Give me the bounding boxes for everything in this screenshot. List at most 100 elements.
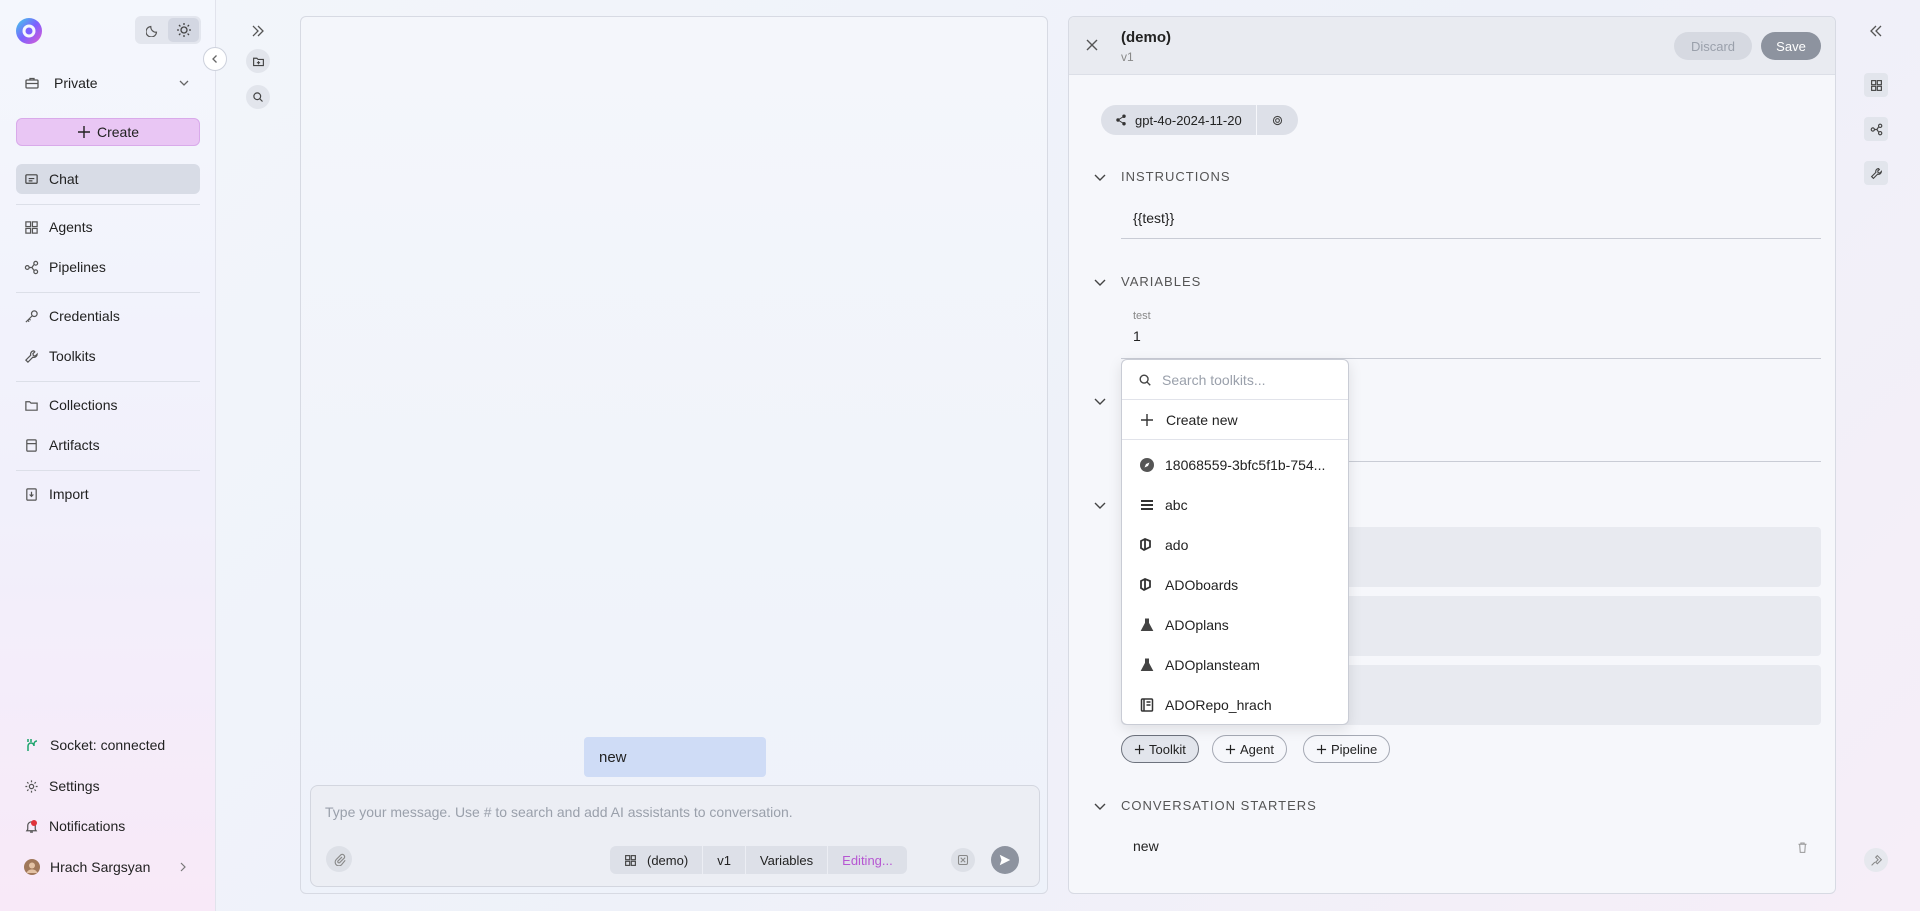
add-toolkit-button[interactable]: Toolkit <box>1121 735 1199 763</box>
avatar <box>24 859 40 875</box>
new-folder-icon[interactable] <box>246 49 270 73</box>
collapse-right-panel-icon[interactable] <box>1864 19 1888 43</box>
clear-chat-button[interactable] <box>951 848 975 872</box>
sidebar-item-import[interactable]: Import <box>16 479 200 509</box>
toolkit-option[interactable]: ADORepo_hrach <box>1122 685 1348 724</box>
user-profile[interactable]: Hrach Sargsyan <box>16 852 200 882</box>
agents-panel-icon[interactable] <box>1864 73 1888 97</box>
variables-section-toggle[interactable]: VARIABLES <box>1093 274 1201 289</box>
socket-status-label: Socket: connected <box>50 737 166 753</box>
pipeline-icon <box>24 260 39 274</box>
app-logo-icon[interactable] <box>15 17 43 45</box>
model-selector: gpt-4o-2024-11-20 <box>1101 105 1298 135</box>
discard-button[interactable]: Discard <box>1674 32 1752 60</box>
sidebar-item-collections[interactable]: Collections <box>16 390 200 420</box>
sidebar-item-credentials[interactable]: Credentials <box>16 301 200 331</box>
create-new-toolkit-option[interactable]: Create new <box>1122 400 1348 440</box>
instructions-field[interactable]: {{test}} <box>1133 210 1174 226</box>
section-title: INSTRUCTIONS <box>1121 169 1231 184</box>
workspace-select[interactable]: Private <box>16 68 200 98</box>
agent-chip[interactable]: (demo) <box>610 846 704 874</box>
azure-devops-icon <box>1140 538 1151 552</box>
toolkit-option[interactable]: abc <box>1122 485 1348 525</box>
chevron-left-icon <box>212 55 217 63</box>
socket-plug-icon <box>27 739 38 751</box>
toolkits-panel-icon[interactable] <box>1864 161 1888 185</box>
expand-panel-icon[interactable] <box>246 19 270 43</box>
pipelines-panel-icon[interactable] <box>1864 117 1888 141</box>
sidebar-item-agents[interactable]: Agents <box>16 212 200 242</box>
toolkit-option[interactable]: 18068559-3bfc5f1b-754... <box>1122 445 1348 485</box>
search-icon[interactable] <box>246 85 270 109</box>
save-button[interactable]: Save <box>1761 32 1821 60</box>
section-title: CONVERSATION STARTERS <box>1121 798 1317 813</box>
toolkit-option[interactable]: ADOplansteam <box>1122 645 1348 685</box>
collapsed-section-toggle[interactable] <box>1093 394 1107 408</box>
toolkit-option[interactable]: ado <box>1122 525 1348 565</box>
toolkit-option[interactable]: ADOplans <box>1122 605 1348 645</box>
instructions-section-toggle[interactable]: INSTRUCTIONS <box>1093 169 1231 184</box>
editing-status-chip: Editing... <box>828 846 907 874</box>
create-new-label: Create new <box>1166 411 1238 428</box>
conversation-starters-section-toggle[interactable]: CONVERSATION STARTERS <box>1093 798 1317 813</box>
conversation-starter-item[interactable]: new <box>1133 838 1159 854</box>
toolkit-dropdown: Create new 18068559-3bfc5f1b-754... abc … <box>1121 359 1349 725</box>
sidebar-item-artifacts[interactable]: Artifacts <box>16 430 200 460</box>
toolkit-option-label: 18068559-3bfc5f1b-754... <box>1165 457 1326 473</box>
sidebar-item-label: Import <box>49 486 89 502</box>
chat-panel: new Type your message. Use # to search a… <box>300 16 1048 894</box>
clean-brush-icon[interactable] <box>1864 848 1888 872</box>
message-composer: Type your message. Use # to search and a… <box>310 785 1040 887</box>
light-mode-sun-icon[interactable] <box>168 18 199 42</box>
send-button[interactable] <box>991 846 1019 874</box>
sidebar-item-pipelines[interactable]: Pipelines <box>16 252 200 282</box>
editor-header: (demo) v1 Discard Save <box>1069 17 1835 75</box>
share-icon <box>1116 114 1126 126</box>
attach-button[interactable] <box>326 846 352 872</box>
dark-mode-moon-icon[interactable] <box>137 18 168 42</box>
divider <box>16 381 200 382</box>
notification-badge <box>31 820 37 826</box>
create-button[interactable]: Create <box>16 118 200 146</box>
sidebar-item-toolkits[interactable]: Toolkits <box>16 341 200 371</box>
add-toolkit-label: Toolkit <box>1149 741 1186 757</box>
sidebar-item-settings[interactable]: Settings <box>16 771 200 801</box>
chat-message: new <box>584 737 766 777</box>
model-chip[interactable]: gpt-4o-2024-11-20 <box>1101 105 1256 135</box>
toolkit-search-input[interactable] <box>1162 371 1332 388</box>
sidebar-item-label: Notifications <box>49 818 126 834</box>
sidebar-item-label: Credentials <box>49 308 120 324</box>
agent-chip-bar: (demo) v1 Variables Editing... <box>610 846 907 874</box>
grid-icon <box>625 854 636 866</box>
chevron-down-icon <box>1094 279 1106 286</box>
sidebar-item-label: Chat <box>49 171 79 187</box>
sidebar-item-notifications[interactable]: Notifications <box>16 811 200 841</box>
model-settings-button[interactable] <box>1255 105 1298 135</box>
folder-icon <box>25 400 38 411</box>
toolkit-option-label: ADOplansteam <box>1165 657 1260 673</box>
close-icon[interactable] <box>1085 38 1099 52</box>
field-underline <box>1121 238 1821 239</box>
collapse-sidebar-button[interactable] <box>203 47 227 71</box>
variables-chip[interactable]: Variables <box>745 846 829 874</box>
delete-icon[interactable] <box>1796 841 1809 854</box>
chevron-down-icon <box>1094 174 1106 181</box>
search-icon <box>1139 373 1151 386</box>
section-title: VARIABLES <box>1121 274 1202 289</box>
message-input[interactable]: Type your message. Use # to search and a… <box>325 804 793 820</box>
toolkit-option[interactable]: ADOboards <box>1122 565 1348 605</box>
list-icon <box>1141 500 1153 510</box>
sidebar-item-label: Pipelines <box>49 259 106 275</box>
socket-status: Socket: connected <box>16 730 200 760</box>
chat-icon <box>25 173 38 184</box>
add-pipeline-button[interactable]: Pipeline <box>1303 735 1391 763</box>
sidebar-item-chat[interactable]: Chat <box>16 164 200 194</box>
variable-value-field[interactable]: 1 <box>1133 328 1141 344</box>
plus-icon <box>1225 744 1236 754</box>
add-agent-button[interactable]: Agent <box>1212 735 1287 763</box>
plus-icon <box>77 126 90 138</box>
version-chip[interactable]: v1 <box>703 846 746 874</box>
user-name: Hrach Sargsyan <box>50 859 151 875</box>
sidebar-item-label: Toolkits <box>49 348 96 364</box>
tools-section-toggle[interactable] <box>1093 498 1107 512</box>
